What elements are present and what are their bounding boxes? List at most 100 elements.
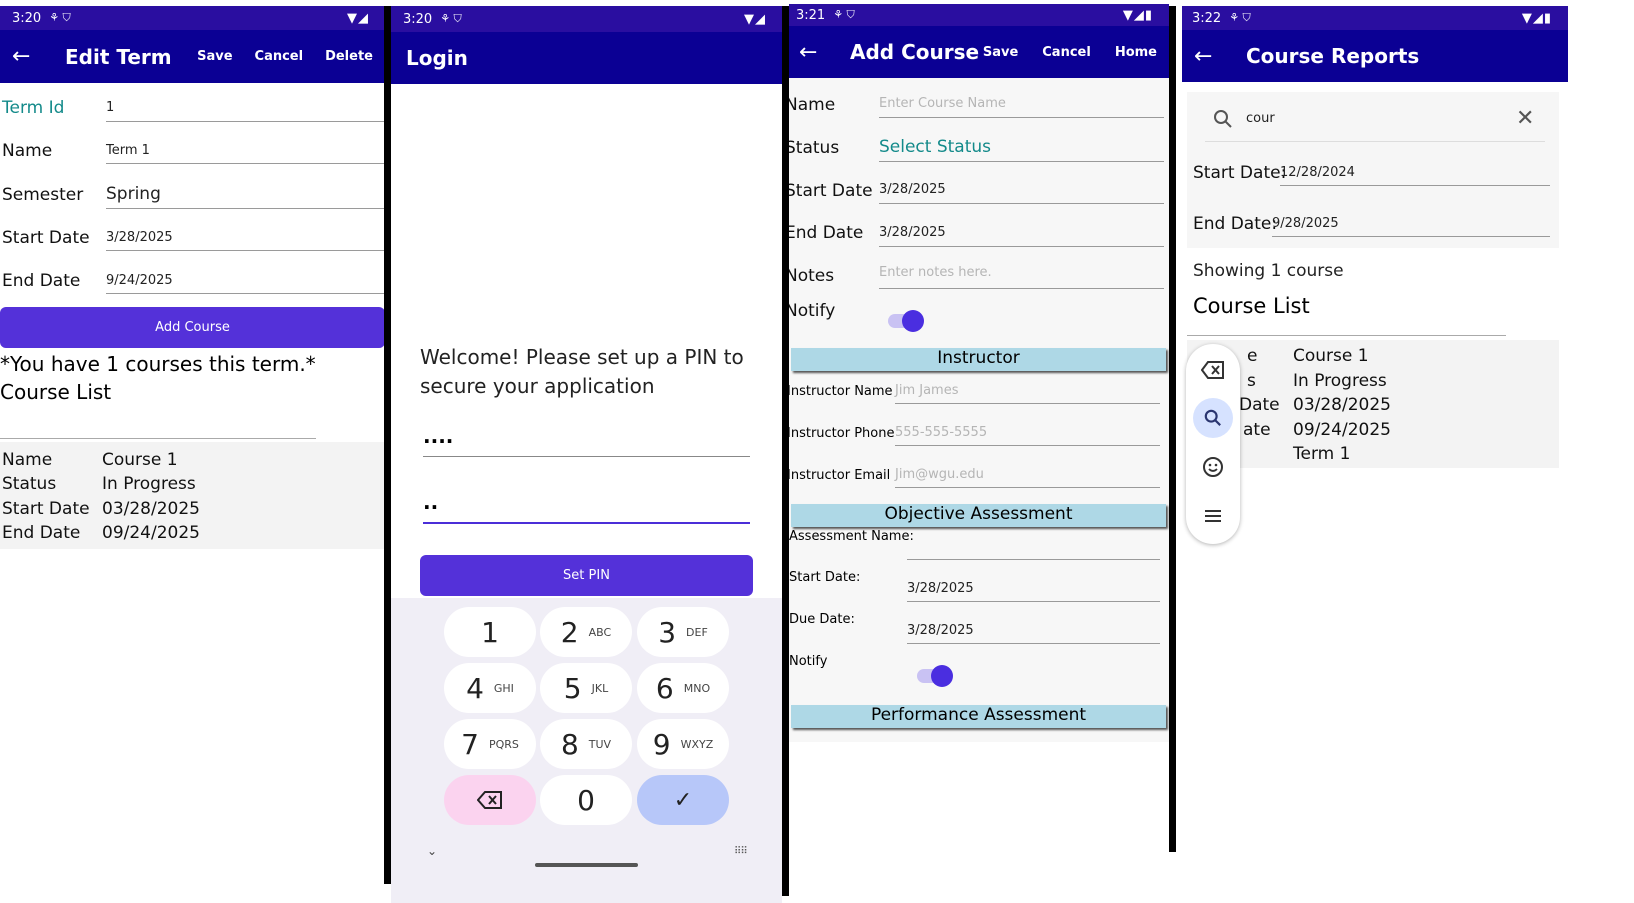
name-field[interactable]: Term 1 [106, 143, 385, 164]
key-4[interactable]: 4 GHI [444, 663, 536, 713]
semester-label: Semester [2, 185, 84, 205]
app-bar: Login [391, 32, 782, 84]
search-tool[interactable] [1193, 398, 1233, 438]
key-digit: 3 [658, 615, 677, 649]
back-arrow-icon[interactable]: ← [799, 40, 839, 65]
notes-input[interactable]: Enter notes here. [879, 265, 1164, 289]
instructor-section-header: Instructor [791, 348, 1166, 371]
course-name-label: Name [789, 95, 836, 115]
signal-battery-icon: ▼◢▮ [1521, 10, 1552, 26]
confirm-pin-input[interactable]: .. [423, 490, 750, 524]
page-title: Login [406, 46, 468, 70]
instructor-email-label: Instructor Email [789, 468, 891, 483]
backspace-key[interactable] [444, 775, 536, 825]
app-bar: ← Course Reports [1182, 30, 1568, 82]
page-title: Add Course [850, 40, 980, 64]
oa-due-date-picker[interactable]: 3/28/2025 [907, 623, 1160, 644]
done-key[interactable]: ✓ [637, 775, 729, 825]
course-end-value: 09/24/2025 [102, 523, 200, 543]
key-letters: DEF [686, 625, 708, 639]
add-course-button[interactable]: Add Course [0, 307, 385, 348]
signal-battery-icon: ▼◢ [744, 11, 766, 27]
key-digit: 4 [466, 671, 484, 705]
panel-divider [384, 6, 391, 884]
course-name-input[interactable]: Enter Course Name [879, 96, 1164, 118]
oa-start-date-picker[interactable]: 3/28/2025 [907, 581, 1160, 602]
course-status-value: In Progress [1293, 371, 1387, 391]
backspace-icon [1201, 361, 1224, 379]
key-5[interactable]: 5 JKL [540, 663, 632, 713]
notify-toggle[interactable] [888, 310, 924, 332]
key-2[interactable]: 2 ABC [540, 607, 632, 657]
key-letters: JKL [591, 681, 609, 695]
pin-input[interactable]: .... [423, 424, 750, 457]
key-letters: ABC [588, 625, 612, 639]
save-button[interactable]: Save [197, 49, 232, 64]
home-button[interactable]: Home [1115, 45, 1157, 60]
course-end-value: 09/24/2025 [1293, 420, 1391, 440]
start-date-picker[interactable]: 3/28/2025 [879, 182, 1164, 204]
key-0[interactable]: 0 [540, 775, 632, 825]
backspace-tool[interactable] [1193, 350, 1233, 390]
term-id-label: Term Id [2, 98, 65, 118]
panel-divider [1169, 6, 1176, 852]
search-icon [1204, 409, 1221, 426]
collapse-keyboard-icon[interactable]: ⌄ [427, 844, 437, 858]
course-status-label: s [1247, 371, 1256, 391]
oa-notify-toggle[interactable] [917, 665, 953, 687]
emoji-tool[interactable] [1193, 447, 1233, 487]
cancel-button[interactable]: Cancel [255, 49, 304, 64]
key-3[interactable]: 3 DEF [637, 607, 729, 657]
back-arrow-icon[interactable]: ← [1194, 44, 1234, 69]
instructor-email-input[interactable]: Jim@wgu.edu [895, 467, 1160, 488]
search-underline [1205, 141, 1545, 142]
keyboard-switch-icon[interactable]: ⠿⠿ [734, 846, 748, 857]
key-7[interactable]: 7 PQRS [444, 719, 536, 769]
back-arrow-icon[interactable]: ← [12, 44, 52, 69]
instructor-phone-input[interactable]: 555-555-5555 [895, 425, 1160, 446]
course-card[interactable]: Name Course 1 Status In Progress Start D… [0, 442, 385, 549]
status-bar: 3:20 ⚘ ⛉ ▼◢ [391, 6, 782, 32]
menu-tool[interactable] [1193, 496, 1233, 536]
clear-search-icon[interactable]: ✕ [1516, 106, 1534, 131]
status-time: 3:21 [796, 7, 826, 23]
start-date-picker[interactable]: 12/28/2024 [1280, 165, 1550, 186]
instructor-name-label: Instructor Name [789, 384, 893, 399]
assessment-name-label: Assessment Name: [789, 529, 914, 544]
status-time: 3:20 [403, 11, 433, 27]
key-9[interactable]: 9 WXYZ [637, 719, 729, 769]
course-card[interactable]: e Course 1 s In Progress Date 03/28/2025… [1187, 340, 1559, 468]
end-date-label: End Date: [1193, 214, 1278, 234]
instructor-name-input[interactable]: Jim James [895, 383, 1160, 404]
key-digit: 5 [563, 671, 582, 705]
start-date-picker[interactable]: 3/28/2025 [106, 230, 385, 251]
status-picker[interactable]: Select Status [879, 137, 1164, 162]
status-icons: ⚘ ⛉ [49, 11, 71, 24]
course-name-value: Course 1 [102, 450, 178, 470]
course-name-label: e [1247, 346, 1258, 366]
emoji-icon [1203, 457, 1223, 477]
assessment-name-input[interactable] [907, 538, 1160, 560]
set-pin-button[interactable]: Set PIN [420, 555, 753, 596]
end-date-picker[interactable]: 3/28/2025 [879, 225, 1164, 247]
app-bar: ← Add Course Save Cancel Home [789, 26, 1169, 78]
save-button[interactable]: Save [983, 45, 1018, 60]
term-id-field[interactable]: 1 [106, 100, 385, 122]
search-input[interactable]: cour [1246, 111, 1496, 126]
oa-notify-label: Notify [789, 654, 828, 669]
cancel-button[interactable]: Cancel [1042, 45, 1091, 60]
key-6[interactable]: 6 MNO [637, 663, 729, 713]
course-term-value: Term 1 [1293, 444, 1351, 464]
key-1[interactable]: 1 [444, 607, 536, 657]
end-date-picker[interactable]: 9/24/2025 [106, 273, 385, 294]
edit-term-screen: 3:20 ⚘ ⛉ ▼◢ ← Edit Term Save Cancel Dele… [0, 0, 385, 903]
divider [0, 438, 316, 439]
key-8[interactable]: 8 TUV [540, 719, 632, 769]
semester-picker[interactable]: Spring [106, 184, 385, 209]
delete-button[interactable]: Delete [325, 49, 373, 64]
course-start-label: Start Date [2, 499, 90, 519]
divider [1187, 335, 1506, 336]
end-date-picker[interactable]: 9/28/2025 [1272, 216, 1550, 237]
status-time: 3:20 [12, 10, 42, 26]
key-digit: 1 [481, 615, 499, 649]
